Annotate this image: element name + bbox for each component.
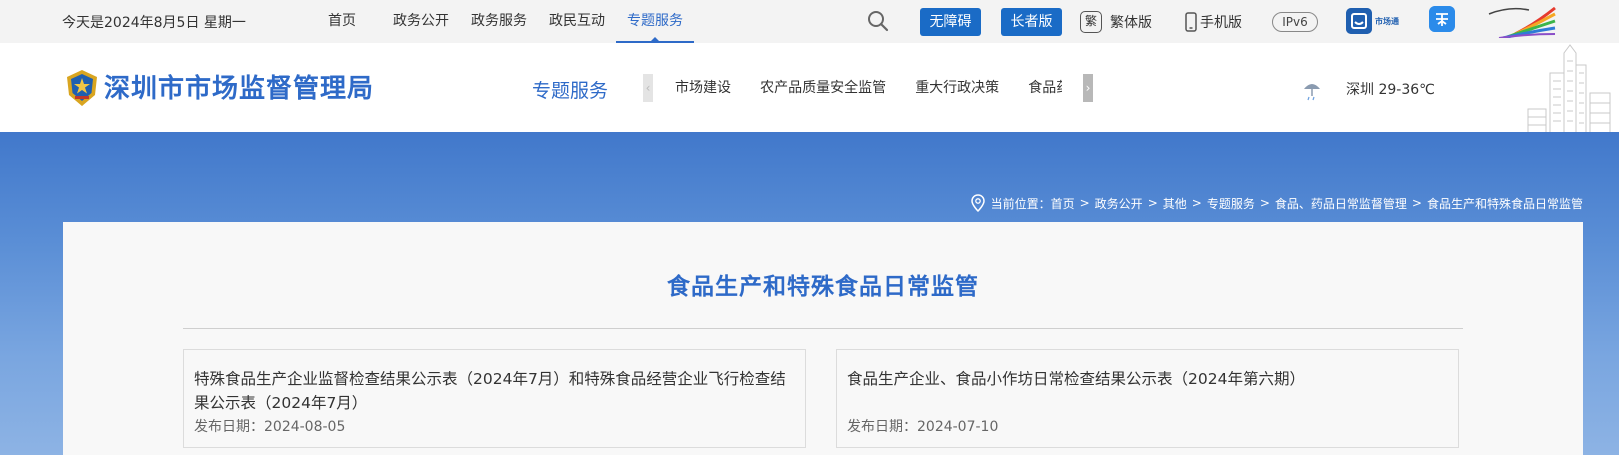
mobile-version-label: 手机版: [1200, 15, 1242, 31]
subnav-item-market-construction[interactable]: 市场建设: [675, 76, 731, 100]
breadcrumb-separator: >: [1191, 196, 1202, 210]
breadcrumb-separator: >: [1147, 196, 1158, 210]
nav-government-affairs[interactable]: 政务公开: [382, 0, 460, 43]
article-date: 发布日期：2024-08-05: [194, 419, 346, 435]
article-card[interactable]: 特殊食品生产企业监督检查结果公示表（2024年7月）和特殊食品经营企业飞行检查结…: [183, 349, 806, 448]
subnav-item-major-decisions[interactable]: 重大行政决策: [915, 76, 999, 100]
breadcrumb-home[interactable]: 首页: [1051, 195, 1075, 212]
location-pin-icon: [970, 194, 985, 212]
market-app-link[interactable]: 市场通: [1346, 6, 1399, 36]
market-app-icon: [1346, 8, 1372, 34]
shenzhen-service-app-icon[interactable]: [1429, 6, 1455, 32]
subnav-next-arrow-icon[interactable]: ›: [1083, 74, 1093, 102]
article-title[interactable]: 特殊食品生产企业监督检查结果公示表（2024年7月）和特殊食品经营企业飞行检查结…: [194, 367, 794, 415]
ipv6-badge: IPv6: [1272, 12, 1318, 32]
site-header: 深圳市市场监督管理局 专题服务 ‹ 市场建设 农产品质量安全监管 重大行政决策 …: [0, 43, 1619, 132]
current-date: 今天是2024年8月5日 星期一: [62, 15, 246, 31]
shenzhen-china-brand-logo: [1488, 6, 1556, 38]
building-illustration: [1527, 44, 1611, 132]
page-title: 食品生产和特殊食品日常监管: [667, 274, 979, 300]
breadcrumb-government-affairs[interactable]: 政务公开: [1095, 195, 1143, 212]
subnav-prev-arrow-icon[interactable]: ‹: [643, 74, 653, 102]
search-icon[interactable]: [867, 10, 889, 32]
accessibility-button[interactable]: 无障碍: [920, 8, 981, 36]
subnav-item-food-drug[interactable]: 食品药: [1028, 76, 1062, 100]
police-emblem-logo[interactable]: [64, 68, 100, 106]
title-divider: [183, 328, 1463, 329]
nav-special-services[interactable]: 专题服务: [616, 0, 694, 43]
nav-home[interactable]: 首页: [313, 0, 382, 43]
breadcrumb-separator: >: [1411, 196, 1422, 210]
content-panel: 食品生产和特殊食品日常监管 特殊食品生产企业监督检查结果公示表（2024年7月）…: [63, 222, 1583, 455]
section-label: 专题服务: [532, 80, 609, 102]
article-card[interactable]: 食品生产企业、食品小作坊日常检查结果公示表（2024年第六期） 发布日期：202…: [836, 349, 1459, 448]
market-app-label: 市场通: [1375, 16, 1399, 26]
traditional-chinese-label: 繁体版: [1110, 15, 1152, 31]
traditional-chinese-icon: 繁: [1080, 11, 1102, 33]
mobile-phone-icon: [1185, 12, 1197, 32]
nav-government-services[interactable]: 政务服务: [460, 0, 538, 43]
top-nav: 首页 政务公开 政务服务 政民互动 专题服务: [313, 0, 694, 43]
breadcrumb-current-page[interactable]: 食品生产和特殊食品日常监管: [1427, 195, 1583, 212]
breadcrumb-special-services[interactable]: 专题服务: [1207, 195, 1255, 212]
subnav-list: 市场建设 农产品质量安全监管 重大行政决策 食品药: [662, 76, 1062, 100]
site-title[interactable]: 深圳市市场监督管理局: [104, 68, 374, 105]
breadcrumb-prefix: 当前位置：: [990, 196, 1051, 211]
breadcrumb-food-drug-supervision[interactable]: 食品、药品日常监督管理: [1275, 195, 1407, 212]
traditional-chinese-link[interactable]: 繁 繁体版: [1080, 10, 1152, 34]
weather-info: 深圳 29-36℃: [1346, 82, 1435, 98]
mobile-version-link[interactable]: 手机版: [1185, 10, 1242, 34]
breadcrumb-separator: >: [1259, 196, 1270, 210]
top-bar: 今天是2024年8月5日 星期一 首页 政务公开 政务服务 政民互动 专题服务 …: [0, 0, 1619, 43]
nav-public-interaction[interactable]: 政民互动: [538, 0, 616, 43]
article-date: 发布日期：2024-07-10: [847, 419, 999, 435]
breadcrumb-separator: >: [1079, 196, 1090, 210]
article-title[interactable]: 食品生产企业、食品小作坊日常检查结果公示表（2024年第六期）: [847, 367, 1447, 391]
breadcrumb-other[interactable]: 其他: [1163, 195, 1187, 212]
elder-mode-button[interactable]: 长者版: [1001, 8, 1062, 36]
subnav-item-agri-quality[interactable]: 农产品质量安全监管: [760, 76, 886, 100]
rain-weather-icon: [1304, 84, 1320, 101]
breadcrumb: 当前位置： 首页 > 政务公开 > 其他 > 专题服务 > 食品、药品日常监督管…: [970, 194, 1583, 212]
